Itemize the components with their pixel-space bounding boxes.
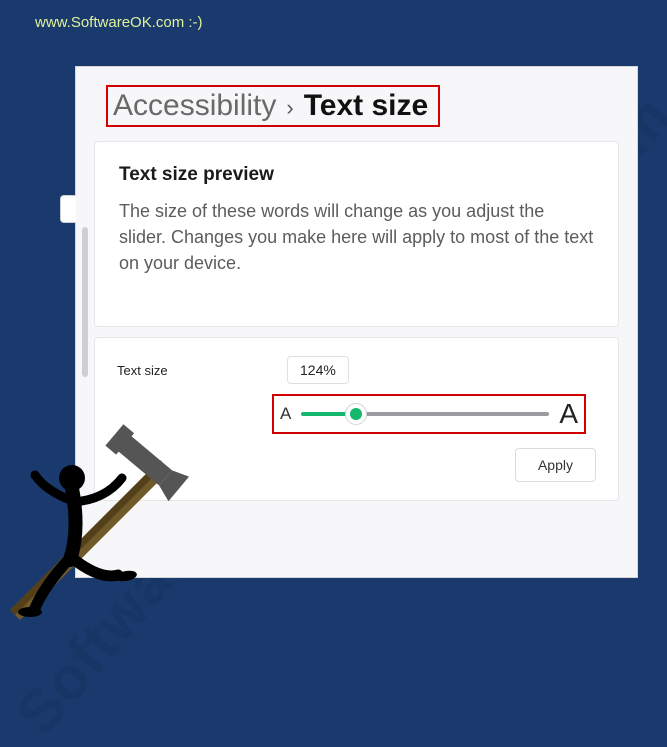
text-size-slider[interactable] — [301, 412, 549, 416]
site-watermark: www.SoftwareOK.com :-) — [35, 14, 203, 31]
chevron-right-icon: › — [286, 95, 293, 121]
breadcrumb: Accessibility › Text size — [106, 85, 440, 127]
text-size-value: 124% — [287, 356, 349, 384]
text-preview-card: Text size preview The size of these word… — [94, 141, 619, 327]
preview-title: Text size preview — [119, 164, 594, 186]
settings-panel: Accessibility › Text size Text size prev… — [75, 66, 638, 578]
slider-row: A A — [272, 394, 586, 434]
scrollbar[interactable] — [82, 227, 88, 377]
preview-body: The size of these words will change as y… — [119, 198, 594, 276]
apply-button[interactable]: Apply — [515, 448, 596, 482]
text-size-card: Text size 124% A A Apply — [94, 337, 619, 501]
breadcrumb-current: Text size — [304, 89, 429, 123]
small-a-icon: A — [280, 404, 291, 424]
slider-thumb[interactable] — [345, 403, 367, 425]
breadcrumb-parent[interactable]: Accessibility — [113, 89, 276, 123]
big-a-icon: A — [559, 398, 578, 430]
text-size-label: Text size — [117, 363, 287, 378]
panel-tab-stub — [60, 195, 76, 223]
